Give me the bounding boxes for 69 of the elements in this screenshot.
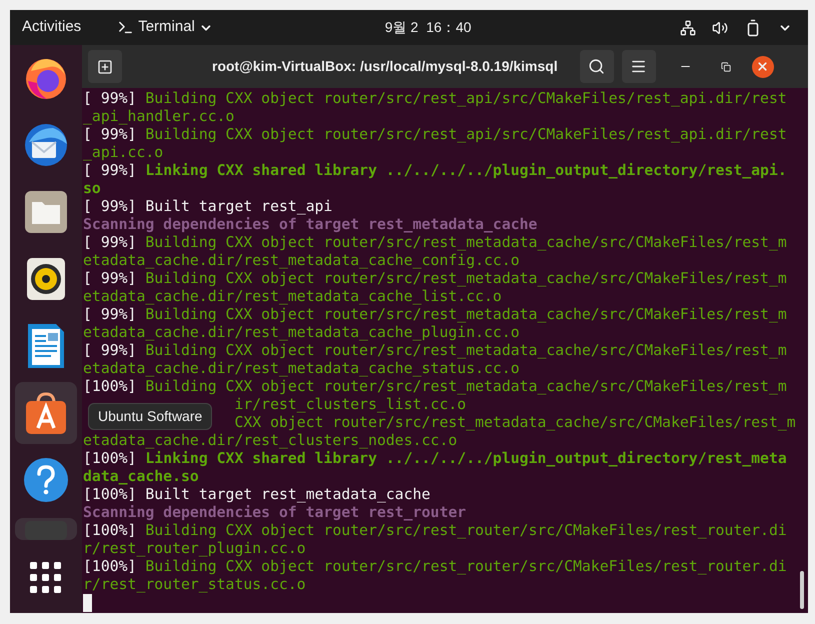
log-text: Built target rest_api <box>145 198 332 215</box>
log-text: etadata_cache.dir/rest_clusters_nodes.cc.o <box>83 432 458 449</box>
log-text: Built target rest_metadata_cache <box>145 486 430 503</box>
shopping-bag-icon <box>24 391 68 435</box>
log-text: r/rest_router_status.cc.o <box>83 576 306 593</box>
dock-item[interactable] <box>15 382 77 444</box>
document-icon <box>27 323 65 369</box>
restore-icon <box>720 62 731 72</box>
log-text: Linking CXX shared library ../../../../plugin_output_directory/rest_api. <box>145 162 787 179</box>
volume-icon[interactable] <box>712 20 728 36</box>
log-text: Building CXX object router/src/rest_metadata_cache/src/CMakeFiles/rest_m <box>145 342 787 359</box>
window-title: root@kim-VirtualBox: /usr/local/mysql-8.0.19/kimsql <box>212 57 558 76</box>
progress-text: [100%] <box>83 486 138 503</box>
log-text: Scanning dependencies of target rest_metadata_cache <box>83 216 538 233</box>
progress-text: [ 99%] <box>83 342 138 359</box>
log-text: Building CXX object router/src/rest_router/src/CMakeFiles/rest_router.di <box>145 522 787 539</box>
log-text: so <box>83 180 101 197</box>
progress-text: [100%] <box>83 522 138 539</box>
log-text: Building CXX object router/src/rest_api/src/CMakeFiles/rest_api.dir/rest <box>145 90 787 107</box>
log-text: Scanning dependencies of target rest_router <box>83 504 466 521</box>
speaker-icon <box>26 257 66 301</box>
folder-icon <box>24 190 68 234</box>
cursor <box>83 594 92 612</box>
menu-button[interactable] <box>622 50 656 83</box>
search-button[interactable] <box>580 50 614 83</box>
log-text: etadata_cache.dir/rest_metadata_cache_plugin.cc.o <box>83 324 520 341</box>
log-text: Building CXX object router/src/rest_api/src/CMakeFiles/rest_api.dir/rest <box>145 126 787 143</box>
app-menu[interactable]: Terminal <box>117 16 213 39</box>
clock[interactable]: 9월 2 16：40 <box>384 17 472 38</box>
log-text: data_cache.so <box>83 468 199 485</box>
close-icon <box>756 60 770 73</box>
help-icon <box>23 457 69 503</box>
scrollbar[interactable] <box>800 571 804 609</box>
log-text: etadata_cache.dir/rest_metadata_cache_list.cc.o <box>83 288 502 305</box>
log-text: r/rest_router_plugin.cc.o <box>83 540 306 557</box>
progress-text: [ 99%] <box>83 270 138 287</box>
plus-icon <box>97 58 113 74</box>
grid-icon <box>30 562 62 594</box>
close-button[interactable] <box>752 56 774 78</box>
network-icon[interactable] <box>680 20 696 36</box>
new-tab-button[interactable] <box>88 50 122 83</box>
log-text: Linking CXX shared library ../../../../plugin_output_directory/rest_meta <box>145 450 787 467</box>
search-icon <box>588 58 606 75</box>
log-text: etadata_cache.dir/rest_metadata_cache_status.cc.o <box>83 360 520 377</box>
log-text: CXX object router/src/rest_metadata_cache/src/CMakeFiles/rest_m <box>234 414 796 431</box>
log-text: Building CXX object router/src/rest_metadata_cache/src/CMakeFiles/rest_m <box>145 270 787 287</box>
progress-text: [ 99%] <box>83 234 138 251</box>
terminal-icon <box>24 520 68 540</box>
progress-text: [ 99%] <box>83 90 138 107</box>
progress-text: [ 99%] <box>83 126 138 143</box>
log-text: Building CXX object router/src/rest_metadata_cache/src/CMakeFiles/rest_m <box>145 234 787 251</box>
progress-text: [ 99%] <box>83 198 138 215</box>
progress-text: [ 99%] <box>83 306 138 323</box>
log-text: _api.cc.o <box>83 144 164 161</box>
activities-button[interactable]: Activities <box>22 16 82 39</box>
log-text: Building CXX object router/src/rest_router/src/CMakeFiles/rest_router.di <box>145 558 787 575</box>
menu-icon <box>630 58 648 75</box>
terminal-icon <box>117 19 134 36</box>
progress-text: [100%] <box>83 558 138 575</box>
log-text: ir/rest_clusters_list.cc.o <box>234 396 466 413</box>
bird-envelope-icon <box>23 122 69 168</box>
progress-text: [100%] <box>83 378 138 395</box>
progress-text: [ 99%] <box>83 162 138 179</box>
log-text: _api_handler.cc.o <box>83 108 234 125</box>
log-text: Building CXX object router/src/rest_metadata_cache/src/CMakeFiles/rest_m <box>145 378 787 395</box>
progress-text: [100%] <box>83 450 138 467</box>
log-text: etadata_cache.dir/rest_metadata_cache_config.cc.o <box>83 252 520 269</box>
log-text: Building CXX object router/src/rest_metadata_cache/src/CMakeFiles/rest_m <box>145 306 787 323</box>
tooltip: Ubuntu Software <box>88 403 212 430</box>
